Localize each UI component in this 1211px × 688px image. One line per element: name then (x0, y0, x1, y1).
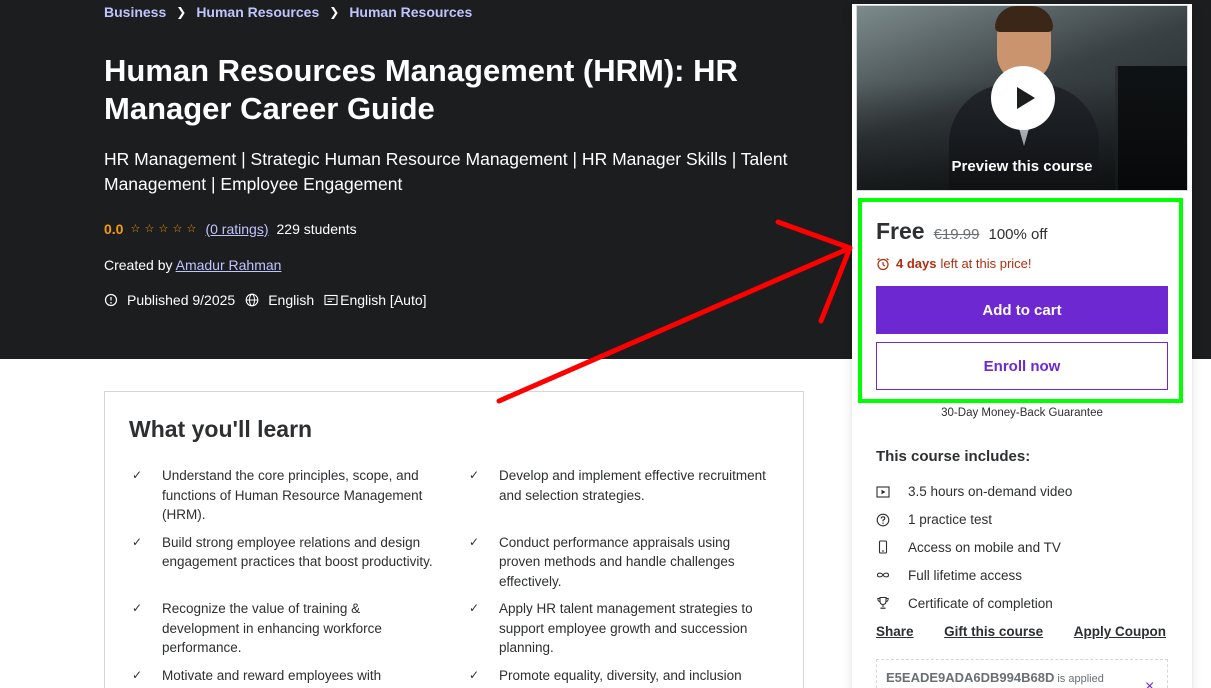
star-empty-icon: ☆ (158, 223, 169, 235)
question-icon (876, 513, 890, 527)
published-text: Published 9/2025 (127, 292, 236, 308)
original-price: €19.99 (933, 226, 980, 243)
star-empty-icon: ☆ (144, 223, 155, 235)
price-timer: 4 days left at this price! (876, 256, 1032, 271)
chevron-right-icon: ❯ (176, 5, 187, 19)
include-item: Full lifetime access (876, 561, 1072, 589)
include-text: Certificate of completion (908, 595, 1053, 611)
globe-icon (245, 293, 259, 307)
learn-list: ✓ Understand the core principles, scope, … (129, 466, 789, 685)
learn-item: ✓ Understand the core principles, scope, … (129, 466, 466, 525)
breadcrumb: Business ❯ Human Resources ❯ Human Resou… (104, 4, 472, 20)
breadcrumb-human-resources-topic[interactable]: Human Resources (349, 4, 472, 20)
includes-list: 3.5 hours on-demand video 1 practice tes… (876, 478, 1072, 617)
apply-coupon-link[interactable]: Apply Coupon (1074, 624, 1166, 639)
course-title: Human Resources Management (HRM): HR Man… (104, 53, 738, 126)
check-icon: ✓ (132, 667, 143, 682)
mobile-icon (878, 540, 888, 555)
course-language: English (245, 292, 314, 308)
alarm-clock-icon (877, 257, 889, 270)
include-item: Certificate of completion (876, 589, 1072, 617)
instructor-link[interactable]: Amadur Rahman (176, 257, 282, 273)
learn-item: ✓ Apply HR talent management strategies t… (466, 599, 789, 658)
learn-item: ✓ Develop and implement effective recruit… (466, 466, 789, 525)
check-icon: ✓ (469, 667, 480, 682)
purchase-sidebar: Preview this course Free €19.99 100% off… (852, 4, 1192, 688)
include-item: 1 practice test (876, 506, 1072, 534)
check-icon: ✓ (132, 601, 143, 615)
coupon-applied-text: is applied (1057, 673, 1104, 685)
preview-label[interactable]: Preview this course (857, 158, 1187, 175)
rating-value: 0.0 (104, 221, 124, 237)
chevron-right-icon: ❯ (329, 5, 340, 19)
remove-coupon-icon[interactable]: × (1145, 678, 1154, 688)
applied-coupon: E5EADE9ADA6DB994B68D is applied × (876, 659, 1168, 688)
created-by: Created by Amadur Rahman (104, 257, 281, 273)
learn-item: ✓ Recognize the value of training & devel… (129, 599, 466, 658)
check-icon: ✓ (469, 468, 480, 482)
published-date: Published 9/2025 (104, 292, 235, 308)
learn-item: ✓ Motivate and reward employees with (129, 666, 466, 686)
created-by-label: Created by (104, 257, 173, 273)
include-item: Access on mobile and TV (876, 534, 1072, 562)
learn-item: ✓ Conduct performance appraisals using pr… (466, 533, 789, 592)
video-icon (876, 486, 890, 498)
include-text: 3.5 hours on-demand video (908, 484, 1073, 500)
captions-icon (324, 294, 338, 306)
students-count: 229 students (276, 221, 357, 237)
money-back-guarantee: 30-Day Money-Back Guarantee (941, 407, 1103, 419)
include-text: Full lifetime access (908, 567, 1023, 583)
course-captions: English [Auto] (324, 292, 427, 308)
timer-text: left at this price! (940, 256, 1032, 271)
highlight-box: Free €19.99 100% off 4 days left at this… (858, 198, 1183, 403)
enroll-now-button[interactable]: Enroll now (876, 342, 1168, 390)
ratings-count-link[interactable]: (0 ratings) (205, 221, 268, 237)
play-icon[interactable] (991, 66, 1055, 130)
include-text: Access on mobile and TV (908, 539, 1061, 555)
learn-item: ✓ Build strong employee relations and des… (129, 533, 466, 592)
course-subtitle: HR Management | Strategic Human Resource… (104, 149, 788, 194)
check-icon: ✓ (469, 534, 480, 549)
breadcrumb-human-resources[interactable]: Human Resources (196, 4, 319, 20)
course-preview[interactable]: Preview this course (856, 5, 1188, 191)
learn-item: ✓ Promote equality, diversity, and inclus… (466, 666, 789, 686)
learn-heading: What you'll learn (129, 416, 313, 442)
include-item: 3.5 hours on-demand video (876, 478, 1072, 506)
check-icon: ✓ (469, 601, 480, 615)
share-link[interactable]: Share (876, 624, 914, 639)
coupon-code: E5EADE9ADA6DB994B68D (886, 670, 1055, 685)
gift-course-link[interactable]: Gift this course (944, 624, 1043, 639)
check-icon: ✓ (132, 468, 143, 482)
captions-text: English [Auto] (340, 292, 427, 308)
sidebar-actions: Share Gift this course Apply Coupon (876, 624, 1166, 639)
breadcrumb-business[interactable]: Business (104, 4, 166, 20)
trophy-icon (877, 597, 889, 609)
language-text: English (268, 292, 315, 308)
alert-badge-icon (104, 293, 118, 307)
infinity-icon (876, 572, 890, 578)
current-price: Free (876, 218, 925, 244)
star-empty-icon: ☆ (130, 223, 141, 235)
includes-title: This course includes: (876, 448, 1031, 465)
include-text: 1 practice test (908, 512, 993, 528)
star-empty-icon: ☆ (186, 223, 197, 235)
price-row: Free €19.99 100% off (876, 218, 1047, 245)
star-rating: ☆ ☆ ☆ ☆ ☆ (129, 223, 197, 235)
coupon-code-row: E5EADE9ADA6DB994B68D is applied (886, 670, 1104, 685)
discount-percent: 100% off (988, 226, 1048, 243)
star-empty-icon: ☆ (172, 223, 183, 235)
course-meta: Published 9/2025 English English [Auto] (104, 292, 437, 308)
add-to-cart-button[interactable]: Add to cart (876, 286, 1168, 334)
timer-days: 4 days (896, 256, 937, 271)
check-icon: ✓ (132, 534, 143, 549)
rating-row: 0.0 ☆ ☆ ☆ ☆ ☆ (0 ratings) 229 students (104, 221, 357, 237)
what-youll-learn: What you'll learn ✓ Understand the core p… (104, 391, 804, 688)
